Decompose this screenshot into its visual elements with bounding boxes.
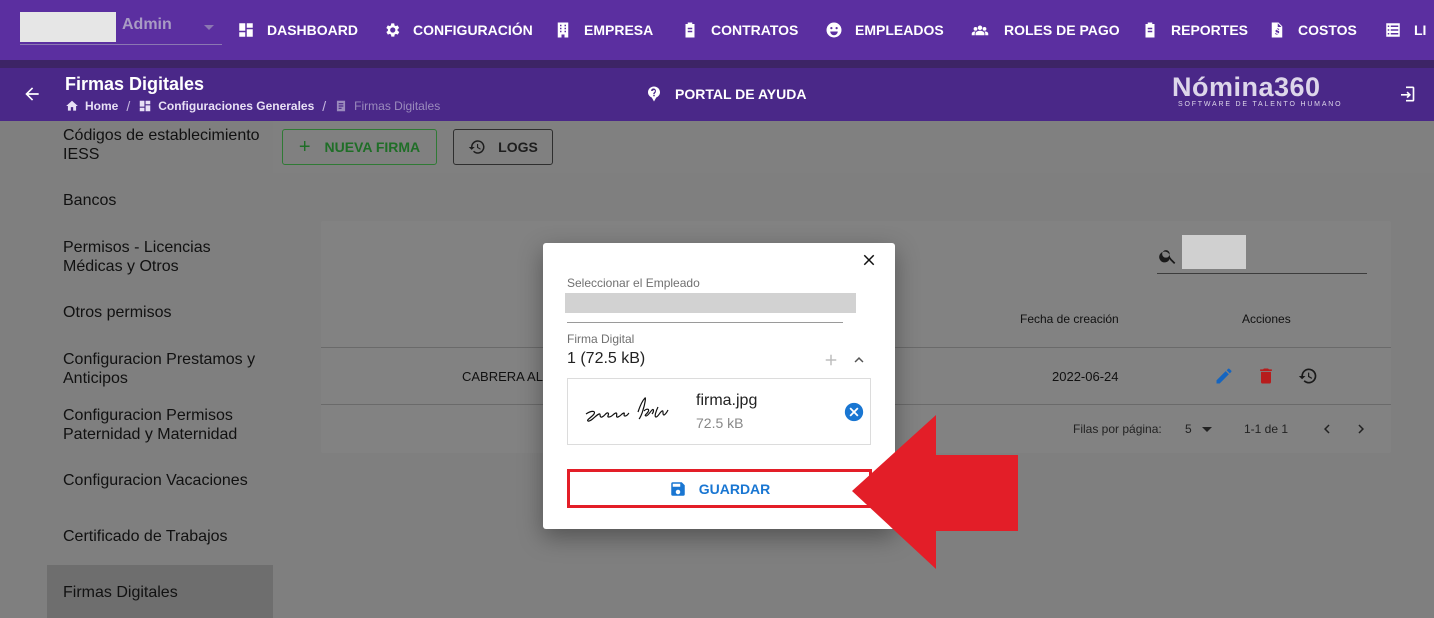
nav-label: EMPRESA bbox=[584, 22, 654, 38]
history-icon[interactable] bbox=[1298, 366, 1318, 386]
help-icon bbox=[648, 86, 660, 102]
breadcrumb-home[interactable]: Home bbox=[85, 99, 118, 113]
dashboard-icon bbox=[139, 100, 151, 112]
file-name: firma.jpg bbox=[696, 392, 758, 409]
edit-icon[interactable] bbox=[1214, 366, 1234, 386]
breadcrumb-config[interactable]: Configuraciones Generales bbox=[158, 99, 314, 113]
clipboard-icon bbox=[1145, 22, 1155, 38]
nav-more[interactable]: LI bbox=[1384, 19, 1426, 41]
column-header-date[interactable]: Fecha de creación bbox=[1020, 312, 1119, 326]
table-cell-name: CABRERA ALC bbox=[462, 369, 553, 384]
chevron-down-icon[interactable] bbox=[1202, 427, 1212, 432]
add-file-icon[interactable] bbox=[822, 351, 840, 369]
help-portal-link[interactable]: PORTAL DE AYUDA bbox=[645, 85, 806, 103]
help-label: PORTAL DE AYUDA bbox=[675, 86, 807, 102]
column-header-actions: Acciones bbox=[1242, 312, 1291, 326]
rows-per-page-label: Filas por página: bbox=[1073, 422, 1162, 436]
nav-dashboard[interactable]: DASHBOARD bbox=[237, 19, 358, 41]
sidebar-item-paternidad[interactable]: Configuracion Permisos Paternidad y Mate… bbox=[63, 406, 268, 444]
save-icon bbox=[670, 481, 685, 496]
nav-empleados[interactable]: EMPLEADOS bbox=[825, 19, 944, 41]
role-selector-underline bbox=[20, 44, 222, 45]
rows-per-page-select[interactable]: 5 bbox=[1185, 422, 1192, 436]
file-size: 72.5 kB bbox=[696, 415, 744, 431]
company-selector-value[interactable] bbox=[20, 12, 116, 42]
delete-icon[interactable] bbox=[1256, 366, 1276, 386]
sidebar-item-firmas[interactable]: Firmas Digitales bbox=[63, 583, 268, 602]
brand-name: Nómina360 bbox=[1172, 72, 1321, 102]
breadcrumb: Home / Configuraciones Generales / Firma… bbox=[65, 98, 440, 114]
breadcrumb-separator: / bbox=[126, 98, 131, 114]
close-icon[interactable] bbox=[860, 251, 878, 269]
users-icon bbox=[971, 25, 989, 36]
page-title: Firmas Digitales bbox=[65, 74, 205, 94]
clipboard-icon bbox=[685, 22, 695, 38]
previous-page-icon[interactable] bbox=[1318, 420, 1336, 438]
document-icon bbox=[337, 100, 346, 112]
file-dollar-icon bbox=[1271, 22, 1283, 38]
nav-label: LI bbox=[1414, 22, 1427, 38]
back-arrow-icon[interactable] bbox=[22, 84, 42, 104]
navbar-divider bbox=[0, 60, 1434, 68]
search-icon bbox=[1159, 250, 1176, 264]
nav-costos[interactable]: COSTOS bbox=[1268, 19, 1357, 41]
nav-label: ROLES DE PAGO bbox=[1004, 22, 1120, 38]
new-signature-label: NUEVA FIRMA bbox=[324, 139, 421, 155]
nav-label: DASHBOARD bbox=[267, 22, 358, 38]
nav-label: COSTOS bbox=[1298, 22, 1357, 38]
nav-empresa[interactable]: EMPRESA bbox=[554, 19, 653, 41]
sidebar-item-codigos-iess[interactable]: Códigos de establecimiento IESS bbox=[63, 126, 268, 164]
nav-contratos[interactable]: CONTRATOS bbox=[681, 19, 798, 41]
nav-roles-de-pago[interactable]: ROLES DE PAGO bbox=[968, 19, 1120, 41]
table-cell-date: 2022-06-24 bbox=[1052, 369, 1119, 384]
file-count: 1 (72.5 kB) bbox=[567, 350, 646, 367]
breadcrumb-separator: / bbox=[322, 98, 327, 114]
next-page-icon[interactable] bbox=[1352, 420, 1370, 438]
brand-tagline: SOFTWARE DE TALENTO HUMANO bbox=[1178, 101, 1343, 108]
nav-configuracion[interactable]: CONFIGURACIÓN bbox=[383, 19, 533, 41]
list-icon bbox=[1386, 23, 1400, 37]
signature-field-label: Firma Digital bbox=[567, 332, 635, 346]
sidebar-item-otros-permisos[interactable]: Otros permisos bbox=[63, 303, 268, 322]
new-signature-button[interactable]: + NUEVA FIRMA bbox=[282, 129, 437, 165]
nav-label: CONFIGURACIÓN bbox=[413, 22, 533, 38]
role-label[interactable]: Admin bbox=[122, 16, 172, 34]
plus-icon: + bbox=[298, 135, 311, 158]
nav-label: REPORTES bbox=[1171, 22, 1249, 38]
nav-label: CONTRATOS bbox=[711, 22, 799, 38]
history-icon bbox=[468, 140, 485, 154]
employee-field-underline bbox=[567, 322, 843, 323]
building-icon bbox=[557, 22, 569, 38]
face-icon bbox=[826, 22, 842, 38]
employee-select[interactable] bbox=[565, 293, 856, 313]
breadcrumb-current: Firmas Digitales bbox=[354, 99, 441, 113]
logs-button[interactable]: LOGS bbox=[453, 129, 553, 165]
logout-icon[interactable] bbox=[1396, 84, 1416, 104]
home-icon bbox=[66, 100, 78, 111]
sidebar-item-permisos-licencias[interactable]: Permisos - Licencias Médicas y Otros bbox=[63, 238, 268, 276]
sidebar-item-prestamos[interactable]: Configuracion Prestamos y Anticipos bbox=[63, 350, 268, 388]
sidebar-item-bancos[interactable]: Bancos bbox=[63, 191, 268, 210]
nav-label: EMPLEADOS bbox=[855, 22, 944, 38]
save-button[interactable]: GUARDAR bbox=[567, 469, 872, 508]
gear-icon bbox=[386, 23, 400, 37]
brand-logo: Nómina360 SOFTWARE DE TALENTO HUMANO bbox=[1172, 72, 1357, 108]
save-label: GUARDAR bbox=[698, 480, 771, 497]
signature-thumbnail bbox=[585, 397, 669, 422]
sidebar-item-vacaciones[interactable]: Configuracion Vacaciones bbox=[63, 471, 268, 490]
pagination-range: 1-1 de 1 bbox=[1244, 422, 1289, 436]
dashboard-icon bbox=[239, 23, 253, 37]
search-input[interactable] bbox=[1182, 235, 1246, 269]
chevron-down-icon[interactable] bbox=[204, 25, 214, 30]
chevron-up-icon[interactable] bbox=[850, 351, 868, 369]
sidebar-item-certificado[interactable]: Certificado de Trabajos bbox=[63, 527, 268, 546]
annotation-arrow-icon bbox=[852, 415, 1018, 569]
toolbar bbox=[273, 121, 1434, 173]
nav-reportes[interactable]: REPORTES bbox=[1141, 19, 1248, 41]
search-underline bbox=[1157, 273, 1367, 274]
employee-field-label: Seleccionar el Empleado bbox=[567, 276, 700, 290]
logs-label: LOGS bbox=[498, 139, 538, 155]
